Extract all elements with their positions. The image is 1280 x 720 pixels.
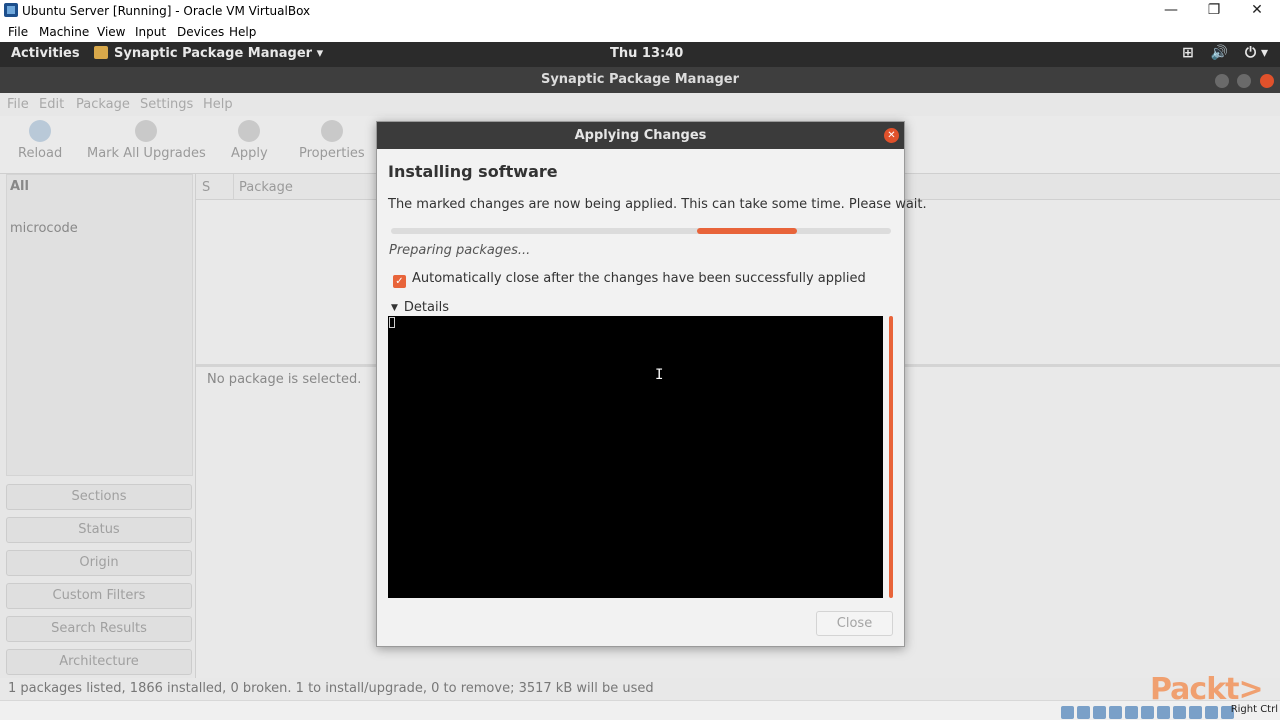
close-button[interactable]: Close — [816, 611, 893, 636]
auto-close-option[interactable]: ✓ Automatically close after the changes h… — [393, 271, 866, 288]
gnome-top-bar: Activities Synaptic Package Manager ▾ Th… — [0, 42, 1280, 67]
menu-file[interactable]: File — [7, 97, 29, 112]
dialog-title: Applying Changes — [574, 128, 707, 143]
cpu-icon[interactable] — [1189, 706, 1202, 719]
menu-help[interactable]: Help — [203, 97, 233, 112]
details-label: Details — [403, 300, 449, 315]
status-text: 1 packages listed, 1866 installed, 0 bro… — [8, 681, 654, 696]
app-menu[interactable]: Synaptic Package Manager ▾ — [94, 46, 323, 61]
app-menu-label: Synaptic Package Manager ▾ — [114, 46, 324, 61]
host-statusbar: Right Ctrl — [0, 700, 1280, 720]
terminal-scrollbar[interactable] — [889, 316, 893, 598]
progress-pulse — [697, 228, 797, 234]
terminal-cursor — [389, 317, 395, 328]
filter-search-results-button[interactable]: Search Results — [6, 616, 192, 642]
activities-button[interactable]: Activities — [11, 46, 80, 61]
host-titlebar: Ubuntu Server [Running] - Oracle VM Virt… — [0, 0, 1280, 22]
mouse-icon[interactable] — [1205, 706, 1218, 719]
usb-icon[interactable] — [1125, 706, 1138, 719]
synaptic-close-button[interactable] — [1260, 74, 1274, 88]
applying-changes-dialog: Applying Changes ✕ Installing software T… — [376, 121, 927, 647]
network-icon[interactable] — [1109, 706, 1122, 719]
mark-all-upgrades-label: Mark All Upgrades — [87, 146, 206, 161]
system-tray[interactable]: ⊞ 🔊 ⏻ ▾ — [1170, 45, 1268, 61]
filter-origin-button[interactable]: Origin — [6, 550, 192, 576]
host-menu-input[interactable]: Input — [135, 25, 166, 39]
apply-icon — [238, 120, 261, 142]
column-package[interactable]: Package — [239, 180, 293, 195]
host-menu-view[interactable]: View — [97, 25, 125, 39]
properties-icon — [320, 120, 343, 142]
host-window-title: Ubuntu Server [Running] - Oracle VM Virt… — [22, 4, 311, 18]
dialog-titlebar: Applying Changes ✕ — [377, 122, 904, 149]
auto-close-checkbox[interactable]: ✓ — [393, 275, 406, 288]
expander-arrow-icon: ▼ — [391, 303, 398, 313]
audio-icon[interactable] — [1093, 706, 1106, 719]
reload-button[interactable]: Reload — [18, 120, 62, 161]
virtualbox-icon — [4, 3, 18, 17]
reload-icon — [29, 120, 52, 142]
minimize-button[interactable]: — — [1148, 0, 1194, 22]
volume-icon: 🔊 — [1210, 45, 1229, 61]
hdd-icon[interactable] — [1061, 706, 1074, 719]
properties-label: Properties — [299, 146, 365, 161]
details-expander[interactable]: ▼ Details — [391, 300, 449, 315]
host-menubar: File Machine View Input Devices Help — [0, 22, 1280, 42]
restore-button[interactable]: ❐ — [1191, 0, 1237, 22]
upgrade-icon — [135, 120, 158, 142]
synaptic-maximize-button[interactable] — [1237, 74, 1252, 88]
filter-status-button[interactable]: Status — [6, 517, 192, 543]
dialog-close-icon[interactable]: ✕ — [884, 128, 899, 143]
synaptic-titlebar: Synaptic Package Manager — [0, 67, 1280, 93]
synaptic-minimize-button[interactable] — [1214, 74, 1229, 88]
apply-label: Apply — [231, 146, 268, 161]
text-cursor-icon: I — [655, 367, 664, 383]
synaptic-statusbar: 1 packages listed, 1866 installed, 0 bro… — [0, 678, 1280, 700]
category-microcode[interactable]: microcode — [10, 221, 78, 236]
synaptic-menubar: File Edit Package Settings Help — [0, 93, 1280, 116]
reload-label: Reload — [18, 146, 63, 161]
network-icon: ⊞ — [1182, 45, 1194, 61]
filter-architecture-button[interactable]: Architecture — [6, 649, 192, 675]
progress-status: Preparing packages... — [389, 243, 531, 258]
properties-button[interactable]: Properties — [299, 120, 365, 161]
filter-sections-button[interactable]: Sections — [6, 484, 192, 510]
column-divider — [233, 174, 234, 200]
category-list: All microcode — [6, 174, 193, 476]
dialog-heading: Installing software — [388, 162, 558, 181]
host-menu-devices[interactable]: Devices — [177, 25, 224, 39]
dialog-description: The marked changes are now being applied… — [388, 197, 927, 212]
packt-watermark-logo: Packt> — [1150, 672, 1264, 707]
progress-bar — [391, 228, 891, 234]
menu-settings[interactable]: Settings — [140, 97, 193, 112]
display-icon[interactable] — [1157, 706, 1170, 719]
terminal-output[interactable]: I — [388, 316, 883, 598]
clock[interactable]: Thu 13:40 — [610, 46, 683, 61]
power-icon: ⏻ ▾ — [1245, 45, 1268, 61]
recording-icon[interactable] — [1173, 706, 1186, 719]
synaptic-title: Synaptic Package Manager — [540, 72, 740, 87]
host-close-button[interactable]: ✕ — [1234, 0, 1280, 22]
filter-custom-button[interactable]: Custom Filters — [6, 583, 192, 609]
auto-close-label: Automatically close after the changes ha… — [412, 271, 866, 286]
host-menu-file[interactable]: File — [8, 25, 28, 39]
shared-folder-icon[interactable] — [1141, 706, 1154, 719]
mark-all-upgrades-button[interactable]: Mark All Upgrades — [87, 120, 206, 161]
optical-icon[interactable] — [1077, 706, 1090, 719]
apply-button[interactable]: Apply — [231, 120, 268, 161]
synaptic-app-icon — [94, 46, 108, 59]
menu-edit[interactable]: Edit — [39, 97, 64, 112]
package-details-empty: No package is selected. — [207, 372, 362, 387]
column-status[interactable]: S — [202, 180, 210, 195]
host-menu-help[interactable]: Help — [229, 25, 256, 39]
menu-package[interactable]: Package — [76, 97, 130, 112]
category-all[interactable]: All — [10, 179, 29, 194]
synaptic-sidebar: All microcode Sections Status Origin Cus… — [0, 174, 196, 678]
host-menu-machine[interactable]: Machine — [39, 25, 89, 39]
